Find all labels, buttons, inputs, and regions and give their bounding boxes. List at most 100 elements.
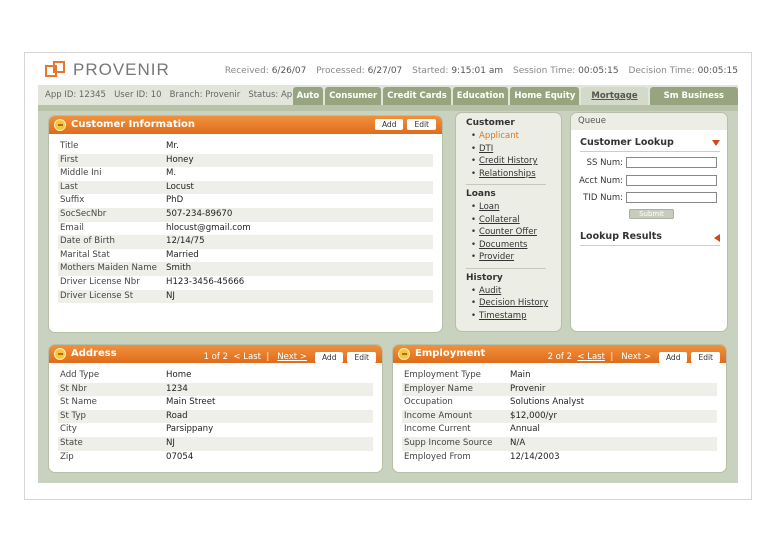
field-label: Date of Birth (60, 236, 115, 247)
tab-education[interactable]: Education (452, 87, 509, 105)
nav-item-decision-history[interactable]: Decision History (466, 297, 561, 310)
nav-item-timestamp[interactable]: Timestamp (466, 310, 561, 323)
nav-item-label: Timestamp (479, 310, 527, 321)
employment-panel: Employment 2 of 2 < Last | Next > Add Ed… (393, 345, 726, 472)
last-link[interactable]: < Last (577, 352, 605, 362)
started-time: 9:15:01 am (451, 66, 504, 76)
edit-button[interactable]: Edit (407, 119, 436, 130)
field-value: M. (166, 168, 177, 179)
nav-item-dti[interactable]: DTI (466, 143, 561, 156)
next-link[interactable]: Next > (621, 352, 651, 362)
field-row: St Nbr 1234 (58, 382, 373, 397)
field-row: SocSecNbr 507-234-89670 (58, 207, 433, 222)
field-label: Occupation (404, 397, 453, 408)
field-value: H123-3456-45666 (166, 276, 245, 287)
field-row: Income Current Annual (402, 423, 717, 437)
tab-credit-cards[interactable]: Credit Cards (383, 87, 451, 105)
last-link[interactable]: < Last (233, 352, 261, 362)
ss-num-input[interactable] (626, 157, 717, 168)
field-value: Annual (510, 424, 540, 435)
expand-arrow-icon[interactable] (714, 234, 720, 242)
customer-fields: Title Mr. First Honey Middle Ini M. Last Locust… (49, 134, 442, 304)
field-row: Income Amount $12,000/yr (402, 409, 717, 424)
nav-item-relationships[interactable]: Relationships (466, 168, 561, 181)
field-value: Main (510, 370, 531, 380)
field-row: Marital Stat Married (58, 249, 433, 263)
ss-num-row: SS Num: (571, 157, 721, 168)
panel-actions: 1 of 2 < Last | Next > Add Edit (204, 348, 376, 366)
field-label: Last (60, 181, 78, 192)
collapse-arrow-icon[interactable] (712, 140, 720, 146)
nav-item-counter-offer[interactable]: Counter Offer (466, 226, 561, 239)
tid-num-label: TID Num: (583, 192, 623, 203)
add-button[interactable]: Add (314, 351, 344, 363)
field-value: Smith (166, 263, 192, 274)
panel-actions: 2 of 2 < Last | Next > Add Edit (548, 348, 720, 366)
field-value: N/A (510, 437, 526, 448)
acct-num-label: Acct Num: (579, 175, 623, 186)
address-header: Address 1 of 2 < Last | Next > Add Edit (49, 345, 382, 363)
panel-actions: Add Edit (371, 119, 436, 130)
field-label: Income Amount (404, 410, 473, 421)
field-value: Provenir (510, 383, 546, 394)
field-label: St Name (60, 397, 97, 408)
add-button[interactable]: Add (658, 351, 688, 363)
field-label: Employer Name (404, 383, 473, 394)
nav-item-credit-history[interactable]: Credit History (466, 155, 561, 168)
tab-consumer[interactable]: Consumer (325, 87, 382, 105)
add-button[interactable]: Add (374, 119, 404, 130)
nav-item-collateral[interactable]: Collateral (466, 214, 561, 227)
edit-button[interactable]: Edit (691, 351, 720, 363)
employment-pager: 2 of 2 < Last | Next > (547, 352, 651, 362)
nav-item-label: Credit History (479, 156, 538, 166)
address-pager: 1 of 2 < Last | Next > (203, 352, 307, 362)
ss-num-label: SS Num: (586, 157, 623, 168)
field-row: Zip 07054 (58, 451, 373, 465)
customer-information-panel: Customer Information Add Edit Title Mr. Fi… (49, 116, 442, 332)
field-value: Main Street (166, 397, 216, 408)
header-timestamps: Received: 6/26/07 Processed: 6/27/07 Sta… (218, 66, 738, 76)
nav-item-label: Audit (479, 285, 502, 296)
next-link[interactable]: Next > (277, 352, 307, 362)
address-panel: Address 1 of 2 < Last | Next > Add Edit … (49, 345, 382, 472)
field-row: St Name Main Street (58, 396, 373, 410)
tab-mortgage[interactable]: Mortgage (581, 87, 648, 105)
field-value: $12,000/yr (510, 410, 558, 421)
nav-item-applicant[interactable]: Applicant (466, 130, 561, 143)
nav-item-documents[interactable]: Documents (466, 239, 561, 252)
nav-heading-loans: Loans (466, 189, 496, 199)
tab-home-equity[interactable]: Home Equity (510, 87, 580, 105)
field-label: Income Current (404, 424, 471, 435)
field-label: Supp Income Source (404, 437, 493, 448)
nav-item-label: Relationships (479, 168, 536, 179)
field-value: 07054 (166, 451, 194, 462)
field-value: Road (166, 410, 188, 421)
product-tabs: Auto Consumer Credit Cards Education Hom… (291, 87, 738, 105)
field-label: First (60, 154, 79, 165)
nav-item-loan[interactable]: Loan (466, 201, 561, 214)
field-label: Marital Stat (60, 249, 110, 260)
lookup-results-header[interactable]: Lookup Results (580, 231, 720, 246)
tid-num-input[interactable] (626, 192, 717, 203)
field-value: Mr. (166, 141, 179, 151)
nav-item-provider[interactable]: Provider (466, 251, 561, 264)
nav-item-audit[interactable]: Audit (466, 285, 561, 298)
submit-button[interactable]: Submit (629, 209, 674, 219)
edit-button[interactable]: Edit (347, 351, 376, 363)
tab-sm-business[interactable]: Sm Business (649, 87, 738, 105)
tab-auto[interactable]: Auto (292, 87, 324, 105)
panel-icon (54, 348, 66, 360)
field-value: 507-234-89670 (166, 208, 233, 219)
acct-num-input[interactable] (626, 175, 717, 186)
acct-num-row: Acct Num: (571, 175, 721, 186)
nav-item-label: Provider (479, 252, 515, 262)
queue-title: Queue (571, 113, 727, 130)
field-label: St Nbr (60, 383, 87, 394)
field-row: First Honey (58, 153, 433, 168)
field-row: Supp Income Source N/A (402, 436, 717, 451)
lookup-results-title: Lookup Results (580, 231, 662, 242)
nav-heading-customer: Customer (466, 118, 515, 128)
session-time: 00:05:15 (578, 66, 619, 76)
customer-lookup-header[interactable]: Customer Lookup (580, 137, 720, 152)
field-row: Title Mr. (58, 140, 433, 154)
